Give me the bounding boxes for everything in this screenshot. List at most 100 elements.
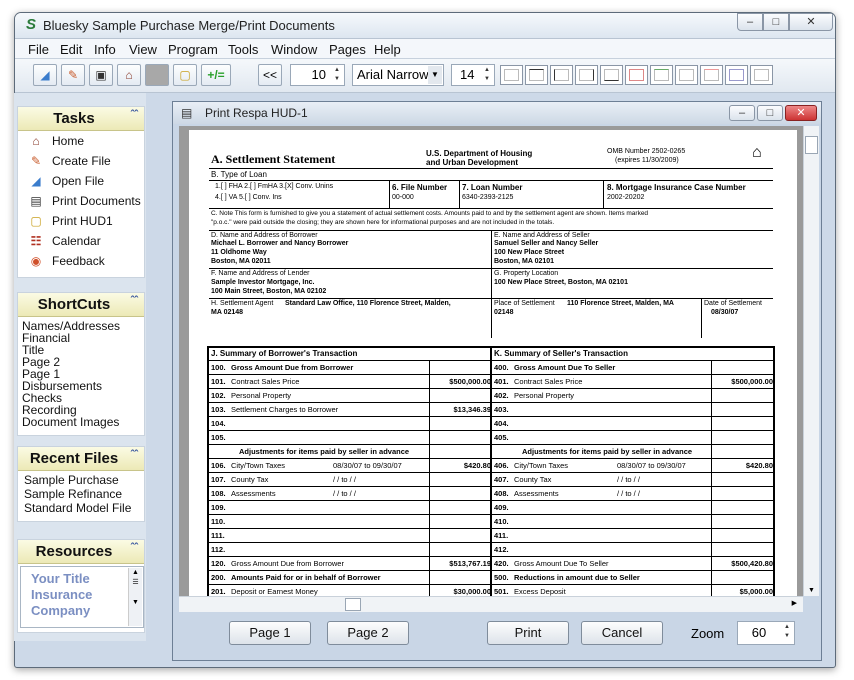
border-left-icon[interactable] (550, 65, 573, 85)
print-hud1-icon: ▢ (30, 214, 42, 228)
font-name-select[interactable]: Arial Narrow ▼ (352, 64, 444, 86)
page-1-button[interactable]: Page 1 (229, 621, 311, 645)
gray-tool-icon[interactable] (145, 64, 169, 86)
line-amount: $13,346.39 (453, 405, 491, 414)
add-equal-button[interactable]: +/= (201, 64, 231, 86)
task-print-hud1[interactable]: ▢ Print HUD1 (18, 211, 144, 231)
border-red-icon[interactable] (625, 65, 648, 85)
menu-info[interactable]: Info (94, 42, 116, 57)
spin-arrows-icon[interactable]: ▲ ▼ (781, 623, 793, 643)
child-window-title: Print Respa HUD-1 (205, 106, 308, 120)
doc-place-2: 02148 (494, 309, 514, 316)
spin-arrows-icon[interactable]: ▲ ▼ (481, 66, 493, 84)
doc-dept-1: U.S. Department of Housing (426, 149, 533, 158)
task-create-file[interactable]: ✎ Create File (18, 151, 144, 171)
recent-file-item[interactable]: Sample Purchase (18, 473, 144, 487)
page-size-value: 10 (311, 67, 326, 82)
child-restore-button[interactable]: □ (757, 105, 783, 121)
doc-place-label: Place of Settlement (494, 300, 555, 307)
horizontal-scroll-thumb[interactable] (345, 598, 361, 611)
collapse-icon[interactable]: ˆˆ (131, 449, 138, 461)
line-description: Contract Sales Price (231, 377, 300, 386)
line-number: 409. (494, 503, 509, 512)
collapse-icon[interactable]: ˆˆ (131, 109, 138, 121)
page-size-field[interactable]: 10 ▲ ▼ (290, 64, 345, 86)
border-none-icon[interactable] (675, 65, 698, 85)
task-home[interactable]: ⌂ Home (18, 131, 144, 151)
line-number: 420. (494, 559, 509, 568)
border-all-icon[interactable] (500, 65, 523, 85)
border-box-icon[interactable] (750, 65, 773, 85)
resources-header[interactable]: Resources ˆˆ (18, 540, 144, 564)
close-button[interactable]: ✕ (789, 13, 833, 31)
line-number: 400. (494, 363, 509, 372)
menu-help[interactable]: Help (374, 42, 401, 57)
recent-file-item[interactable]: Sample Refinance (18, 487, 144, 501)
menu-file[interactable]: File (28, 42, 49, 57)
line-amount: $500,000.00 (731, 377, 773, 386)
border-top-icon[interactable] (525, 65, 548, 85)
save-tool-icon[interactable]: ▣ (89, 64, 113, 86)
scroll-down-icon[interactable]: ▼ (808, 587, 815, 594)
line-number: 101. (211, 377, 226, 386)
vertical-scrollbar[interactable]: ▼ (803, 126, 819, 596)
line-description: Personal Property (514, 391, 575, 400)
line-number: 102. (211, 391, 226, 400)
print-tool-icon[interactable]: ✎ (61, 64, 85, 86)
doc-borrower-line: 11 Oldhome Way (211, 249, 267, 256)
tasks-header[interactable]: Tasks ˆˆ (18, 107, 144, 131)
line-number: 104. (211, 419, 226, 428)
horizontal-scrollbar[interactable]: ▶ (179, 596, 803, 612)
menu-pages[interactable]: Pages (329, 42, 366, 57)
child-title-bar: ▤ Print Respa HUD-1 – □ ✕ (173, 102, 821, 124)
line-number: 111. (211, 531, 225, 540)
border-pink-icon[interactable] (700, 65, 723, 85)
menu-bar: File Edit Info View Program Tools Window… (15, 39, 835, 59)
menu-window[interactable]: Window (271, 42, 317, 57)
shortcut-item[interactable]: Document Images (18, 416, 144, 428)
scroll-right-icon[interactable]: ▶ (792, 599, 797, 607)
menu-edit[interactable]: Edit (60, 42, 82, 57)
doc-agent-label: H. Settlement Agent (211, 300, 274, 307)
resources-text[interactable]: Your Title Insurance Company (31, 571, 127, 619)
maximize-button[interactable]: □ (763, 13, 789, 31)
open-tool-icon[interactable]: ◢ (33, 64, 57, 86)
line-number: 201. (211, 587, 226, 596)
task-feedback[interactable]: ◉ Feedback (18, 251, 144, 271)
chevron-down-icon[interactable]: ▼ (428, 66, 442, 84)
recent-file-item[interactable]: Standard Model File (18, 501, 144, 515)
collapse-icon[interactable]: ˆˆ (131, 542, 138, 554)
cancel-button[interactable]: Cancel (581, 621, 663, 645)
border-right-icon[interactable] (575, 65, 598, 85)
task-calendar[interactable]: ☷ Calendar (18, 231, 144, 251)
page-2-button[interactable]: Page 2 (327, 621, 409, 645)
border-blue-icon[interactable] (725, 65, 748, 85)
menu-program[interactable]: Program (168, 42, 218, 57)
border-bottom-icon[interactable] (600, 65, 623, 85)
line-description: Gross Amount Due from Borrower (231, 559, 344, 568)
note-tool-icon[interactable]: ▢ (173, 64, 197, 86)
child-minimize-button[interactable]: – (729, 105, 755, 121)
child-close-button[interactable]: ✕ (785, 105, 817, 121)
toolbar: ◢ ✎ ▣ ⌂ ▢ +/= << 10 ▲ ▼ Arial Narrow ▼ 14 ▲ ▼ (15, 59, 835, 93)
minimize-button[interactable]: – (737, 13, 763, 31)
task-print-documents[interactable]: ▤ Print Documents (18, 191, 144, 211)
collapse-icon[interactable]: ˆˆ (131, 295, 138, 307)
spin-arrows-icon[interactable]: ▲ ▼ (331, 66, 343, 84)
zoom-field[interactable]: 60 ▲ ▼ (737, 621, 795, 645)
home-tool-icon[interactable]: ⌂ (117, 64, 141, 86)
font-size-field[interactable]: 14 ▲ ▼ (451, 64, 495, 86)
line-period: 08/30/07 to 09/30/07 (333, 461, 402, 470)
print-button[interactable]: Print (487, 621, 569, 645)
vertical-scroll-thumb[interactable] (805, 136, 818, 154)
prev-button[interactable]: << (258, 64, 282, 86)
menu-tools[interactable]: Tools (228, 42, 258, 57)
shortcuts-header[interactable]: ShortCuts ˆˆ (18, 293, 144, 317)
doc-property-label: G. Property Location (494, 270, 559, 277)
task-open-file[interactable]: ◢ Open File (18, 171, 144, 191)
border-green-icon[interactable] (650, 65, 673, 85)
resources-scrollbar[interactable]: ▲ ☰ ▼ (128, 568, 142, 626)
doc-k-title: K. Summary of Seller's Transaction (494, 349, 628, 358)
menu-view[interactable]: View (129, 42, 157, 57)
recent-files-header[interactable]: Recent Files ˆˆ (18, 447, 144, 471)
